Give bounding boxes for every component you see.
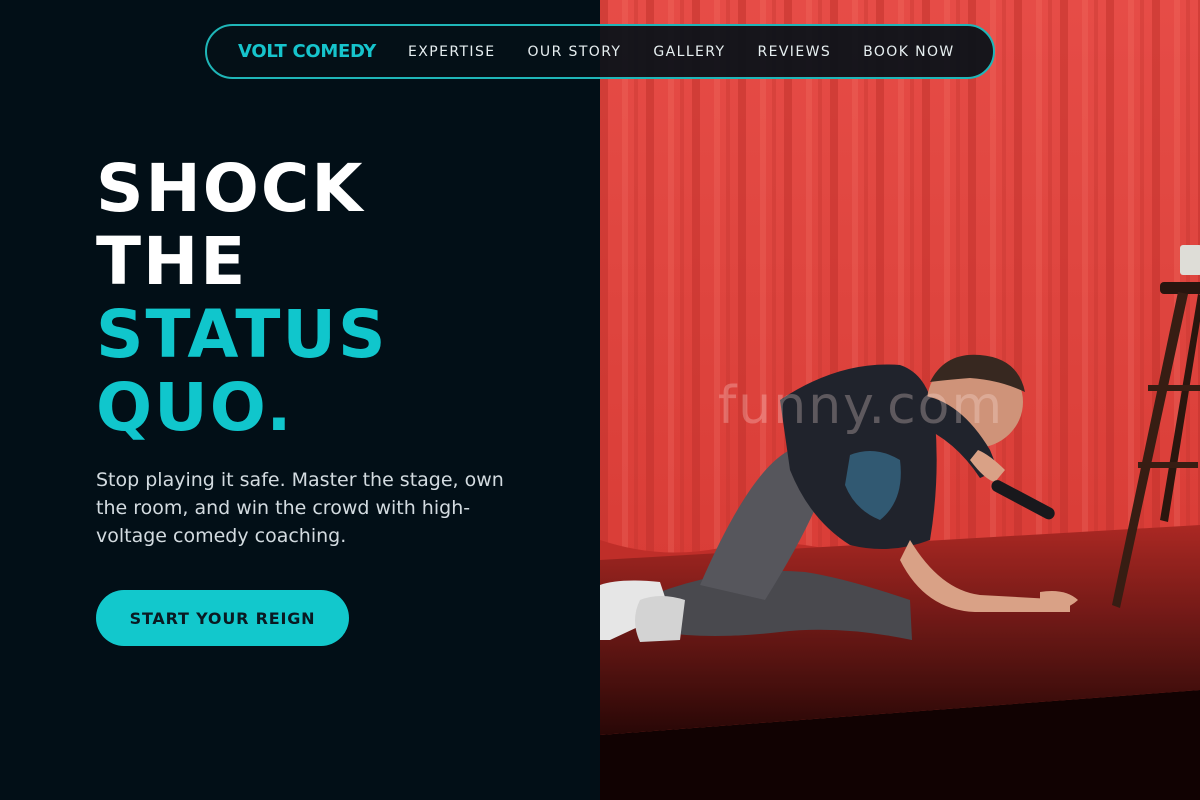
nav-link-our-story[interactable]: OUR STORY	[528, 44, 622, 60]
start-your-reign-button[interactable]: START YOUR REIGN	[96, 590, 349, 646]
hero-title-line-3: STATUS	[96, 296, 388, 373]
hero-title: SHOCK THE STATUS QUO.	[96, 152, 388, 444]
photo-watermark: funny.com	[718, 376, 1005, 436]
nav-link-reviews[interactable]: REVIEWS	[757, 44, 831, 60]
hero-title-line-1: SHOCK	[96, 150, 365, 227]
hero-title-line-2: THE	[96, 223, 248, 300]
nav-link-expertise[interactable]: EXPERTISE	[408, 44, 495, 60]
nav-link-book-now[interactable]: BOOK NOW	[863, 44, 955, 60]
hero-subtitle: Stop playing it safe. Master the stage, …	[96, 469, 504, 547]
main-navigation: VOLT COMEDY EXPERTISE OUR STORY GALLERY …	[205, 24, 995, 79]
brand-logo[interactable]: VOLT COMEDY	[238, 41, 376, 62]
nav-links: EXPERTISE OUR STORY GALLERY REVIEWS BOOK…	[408, 44, 955, 60]
hero-title-line-4: QUO.	[96, 369, 294, 446]
nav-link-gallery[interactable]: GALLERY	[653, 44, 725, 60]
